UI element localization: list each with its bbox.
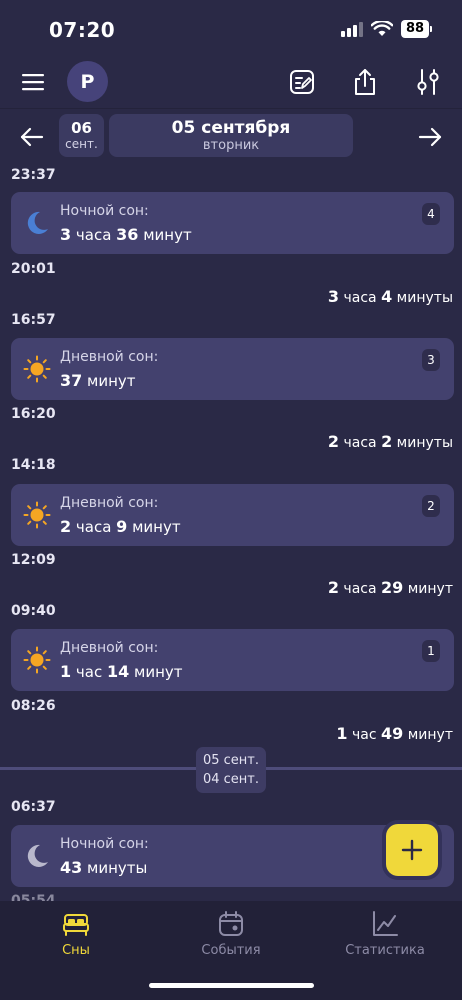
current-date-weekday: вторник [202, 137, 260, 153]
time-label: 09:40 [11, 603, 56, 619]
sleep-index-badge: 1 [422, 640, 440, 662]
sleep-duration: 3 часа 36 минут [60, 225, 192, 244]
moon-icon [27, 844, 48, 867]
sleep-index-badge: 4 [422, 203, 440, 225]
tab-sleep[interactable]: Сны [6, 909, 146, 958]
sleep-type-label: Ночной сон: [60, 203, 149, 219]
sleep-card[interactable]: Дневной сон: 37 минут 3 [11, 338, 454, 400]
tab-label: Статистика [345, 943, 425, 958]
battery-level: 88 [401, 20, 429, 38]
chart-icon [370, 909, 400, 939]
sleep-index-badge: 3 [422, 349, 440, 371]
day-separator-bottom: 04 сент. [202, 772, 260, 787]
sleep-type-label: Ночной сон: [60, 836, 149, 852]
sun-icon [23, 646, 51, 674]
tab-label: Сны [62, 943, 90, 958]
adjacent-date-chip[interactable]: 06 сент. [59, 114, 104, 157]
menu-button[interactable] [15, 64, 51, 100]
adjacent-date-month: сент. [65, 137, 98, 151]
awake-duration: 1 час 49 минут [336, 724, 453, 743]
status-bar: 07:20 88 [0, 0, 462, 60]
sleep-duration: 43 минуты [60, 858, 148, 877]
share-button[interactable] [347, 64, 383, 100]
edit-note-icon [290, 70, 314, 94]
share-icon [355, 69, 375, 95]
sleep-duration: 1 час 14 минут [60, 662, 183, 681]
next-day-button[interactable] [412, 119, 448, 155]
arrow-right-icon [418, 127, 442, 147]
tab-label: События [201, 943, 261, 958]
sleep-type-label: Дневной сон: [60, 349, 159, 365]
time-label: 06:37 [11, 799, 56, 815]
prev-day-button[interactable] [14, 119, 50, 155]
calendar-icon [216, 909, 246, 939]
sleep-duration: 2 часа 9 минут [60, 517, 181, 536]
current-date-chip[interactable]: 05 сентября вторник [109, 114, 353, 157]
plus-icon [401, 839, 423, 861]
adjacent-date-day: 06 [71, 119, 92, 137]
sleep-index-badge: 2 [422, 495, 440, 517]
wifi-icon [371, 21, 393, 36]
current-date-title: 05 сентября [171, 117, 291, 138]
time-label: 16:20 [11, 406, 56, 422]
filter-settings-button[interactable] [410, 64, 446, 100]
bed-icon [61, 909, 91, 939]
sliders-icon [417, 69, 439, 95]
sleep-card[interactable]: Дневной сон: 1 час 14 минут 1 [11, 629, 454, 691]
tab-events[interactable]: События [161, 909, 301, 958]
awake-duration: 2 часа 2 минуты [327, 432, 453, 451]
date-navigation: 06 сент. 05 сентября вторник [0, 108, 462, 162]
add-sleep-button[interactable] [386, 824, 438, 876]
sleep-type-label: Дневной сон: [60, 495, 159, 511]
sleep-card[interactable]: Дневной сон: 2 часа 9 минут 2 [11, 484, 454, 546]
status-time: 07:20 [49, 18, 116, 42]
time-label: 16:57 [11, 312, 56, 328]
arrow-left-icon [20, 127, 44, 147]
day-separator-top: 05 сент. [202, 753, 260, 768]
time-label: 20:01 [11, 261, 56, 277]
awake-duration: 2 часа 29 минут [327, 578, 453, 597]
tab-statistics[interactable]: Статистика [315, 909, 455, 958]
sleep-duration: 37 минут [60, 371, 136, 390]
status-icons: 88 [341, 20, 432, 38]
time-label: 08:26 [11, 698, 56, 714]
top-toolbar: P [0, 58, 462, 106]
home-indicator [149, 983, 314, 988]
sleep-type-label: Дневной сон: [60, 640, 159, 656]
time-label: 14:18 [11, 457, 56, 473]
time-label: 05:54 [11, 893, 56, 901]
time-label: 12:09 [11, 552, 56, 568]
edit-note-button[interactable] [284, 64, 320, 100]
sun-icon [23, 501, 51, 529]
cellular-signal-icon [341, 21, 363, 37]
battery-icon: 88 [401, 20, 432, 38]
time-label: 23:37 [11, 167, 56, 183]
sleep-card[interactable]: Ночной сон: 3 часа 36 минут 4 [11, 192, 454, 254]
awake-duration: 3 часа 4 минуты [327, 287, 453, 306]
hamburger-menu-icon [22, 74, 44, 91]
sleep-timeline[interactable]: 23:37 Ночной сон: 3 часа 36 минут 4 20:0… [0, 164, 462, 901]
sun-icon [23, 355, 51, 383]
day-separator-chip: 05 сент. 04 сент. [196, 747, 266, 793]
avatar[interactable]: P [67, 61, 108, 102]
moon-icon [27, 211, 48, 234]
